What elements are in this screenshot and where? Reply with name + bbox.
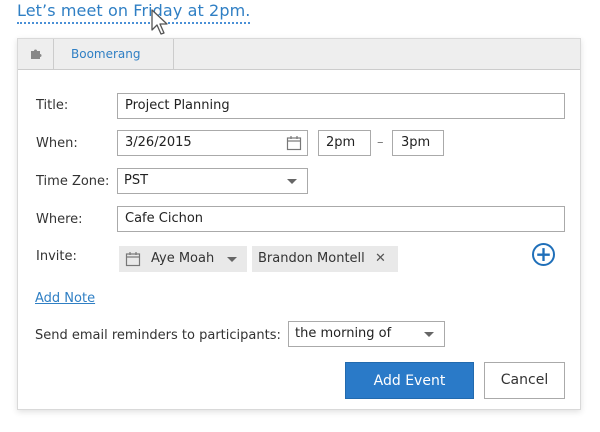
calendar-icon: [125, 252, 141, 267]
invitee-name: Aye Moah: [151, 251, 215, 266]
tab-bar: Boomerang: [18, 39, 580, 70]
date-value: 3/26/2015: [125, 135, 192, 150]
reminder-value: the morning of: [295, 326, 392, 341]
where-label: Where:: [36, 212, 83, 227]
add-circle-icon: +: [535, 242, 552, 266]
reminder-label: Send email reminders to participants:: [35, 328, 281, 343]
title-input[interactable]: Project Planning: [117, 93, 565, 119]
chevron-down-icon[interactable]: [227, 257, 237, 262]
close-icon[interactable]: ✕: [375, 246, 386, 272]
timezone-value: PST: [124, 173, 149, 188]
title-label: Title:: [36, 98, 69, 113]
chevron-down-icon: [287, 179, 297, 184]
puzzle-icon: [31, 49, 42, 59]
cursor-icon: [151, 9, 168, 35]
add-note-link[interactable]: Add Note: [35, 291, 95, 306]
invitee-chip[interactable]: Brandon Montell ✕: [252, 246, 398, 272]
timezone-label: Time Zone:: [36, 174, 110, 189]
timezone-select[interactable]: PST: [117, 168, 308, 194]
reminder-select[interactable]: the morning of: [288, 321, 445, 347]
tab-extension[interactable]: [18, 39, 54, 69]
chevron-down-icon: [424, 332, 434, 337]
cancel-button[interactable]: Cancel: [484, 362, 565, 399]
invite-label: Invite:: [36, 249, 77, 264]
where-input[interactable]: Cafe Cichon: [117, 206, 565, 232]
event-dialog: Boomerang Title: Project Planning When: …: [17, 38, 581, 410]
headline-text: Let’s meet on Friday at 2pm.: [17, 1, 251, 24]
start-time-input[interactable]: 2pm: [318, 130, 371, 156]
tab-boomerang[interactable]: Boomerang: [54, 39, 174, 69]
when-label: When:: [36, 136, 78, 151]
add-event-button[interactable]: Add Event: [345, 362, 474, 399]
invitee-chip[interactable]: Aye Moah: [119, 246, 247, 272]
date-input[interactable]: 3/26/2015: [117, 130, 308, 156]
end-time-input[interactable]: 3pm: [392, 130, 444, 156]
add-invitee-button[interactable]: +: [532, 243, 555, 266]
time-separator: –: [377, 135, 384, 150]
invitee-name: Brandon Montell: [258, 251, 365, 266]
calendar-icon[interactable]: [286, 135, 302, 151]
